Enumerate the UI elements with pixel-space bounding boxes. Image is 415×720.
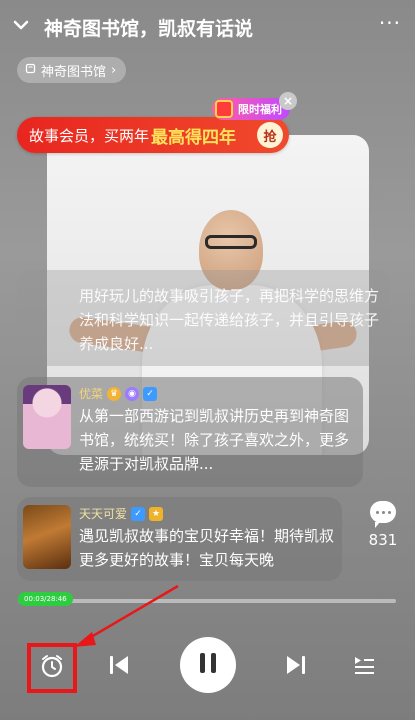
comment-text: 用好玩儿的故事吸引孩子，再把科学的思维方法和科学知识一起传递给孩子，并且引导孩子… <box>79 287 380 353</box>
timer-button[interactable] <box>27 643 77 693</box>
top-bar: 神奇图书馆，凯叔有话说 ··· <box>0 0 415 52</box>
comment-icon <box>370 501 396 528</box>
comments-button[interactable]: 831 <box>366 501 400 557</box>
next-button[interactable] <box>281 652 311 682</box>
member-badge-icon: ✓ <box>143 386 158 401</box>
skip-previous-icon <box>107 653 131 681</box>
playlist-button[interactable] <box>349 652 379 682</box>
progress-track[interactable] <box>18 599 396 603</box>
robot-badge-icon: ◉ <box>125 386 140 401</box>
previous-button[interactable] <box>104 652 134 682</box>
promo-banner[interactable]: 故事会员，买两年 最高得四年 抢 <box>17 117 289 153</box>
pause-icon <box>197 651 219 679</box>
chevron-down-icon[interactable] <box>10 14 32 36</box>
alarm-clock-icon <box>38 652 66 684</box>
comment-text: 从第一部西游记到凯叔讲历史再到神奇图书馆，统统买！除了孩子喜欢之外，更多是源于对… <box>79 407 350 473</box>
username: 优菜 <box>79 387 104 401</box>
comment-card[interactable]: 天天可爱 ✓ ★ 遇见凯叔故事的宝贝好幸福！期待凯叔更多更好的故事！宝贝每天晚 <box>17 497 342 581</box>
skip-next-icon <box>284 653 308 681</box>
library-chip-label: 神奇图书馆 <box>41 64 107 80</box>
library-chip[interactable]: 神奇图书馆 › <box>17 57 127 83</box>
promo-highlight: 最高得四年 <box>151 127 237 148</box>
limited-offer-label: 限时福利 <box>238 103 282 116</box>
member-badge-icon: ✓ <box>131 506 146 521</box>
more-icon[interactable]: ··· <box>379 11 401 35</box>
comment-card[interactable]: 优菜 ♛ ◉ ✓ 从第一部西游记到凯叔讲历史再到神奇图书馆，统统买！除了孩子喜欢… <box>17 377 363 487</box>
comment-count: 831 <box>368 531 398 549</box>
gift-icon <box>215 100 233 118</box>
comment-user: 优菜 ♛ ◉ ✓ <box>79 385 158 402</box>
page-title: 神奇图书馆，凯叔有话说 <box>44 18 254 40</box>
pause-button[interactable] <box>180 637 236 693</box>
comment-text: 遇见凯叔故事的宝贝好幸福！期待凯叔更多更好的故事！宝贝每天晚 <box>79 527 335 569</box>
time-readout[interactable]: 00:03/28:46 <box>18 592 73 606</box>
vip-badge-icon: ★ <box>149 506 164 521</box>
comment-card[interactable]: 用好玩儿的故事吸引孩子，再把科学的思维方法和科学知识一起传递给孩子，并且引导孩子… <box>17 270 390 366</box>
avatar[interactable] <box>23 385 71 449</box>
grab-button[interactable]: 抢 <box>257 122 283 148</box>
chevron-right-icon: › <box>111 62 117 78</box>
close-icon[interactable]: × <box>279 92 297 110</box>
promo-text: 故事会员，买两年 <box>29 126 150 145</box>
cover-glasses <box>205 235 257 249</box>
player-controls <box>0 630 415 710</box>
crown-badge-icon: ♛ <box>107 386 122 401</box>
book-icon <box>25 63 36 78</box>
username: 天天可爱 <box>79 507 128 521</box>
comment-user: 天天可爱 ✓ ★ <box>79 505 164 522</box>
avatar[interactable] <box>23 505 71 569</box>
playlist-icon <box>352 653 376 681</box>
